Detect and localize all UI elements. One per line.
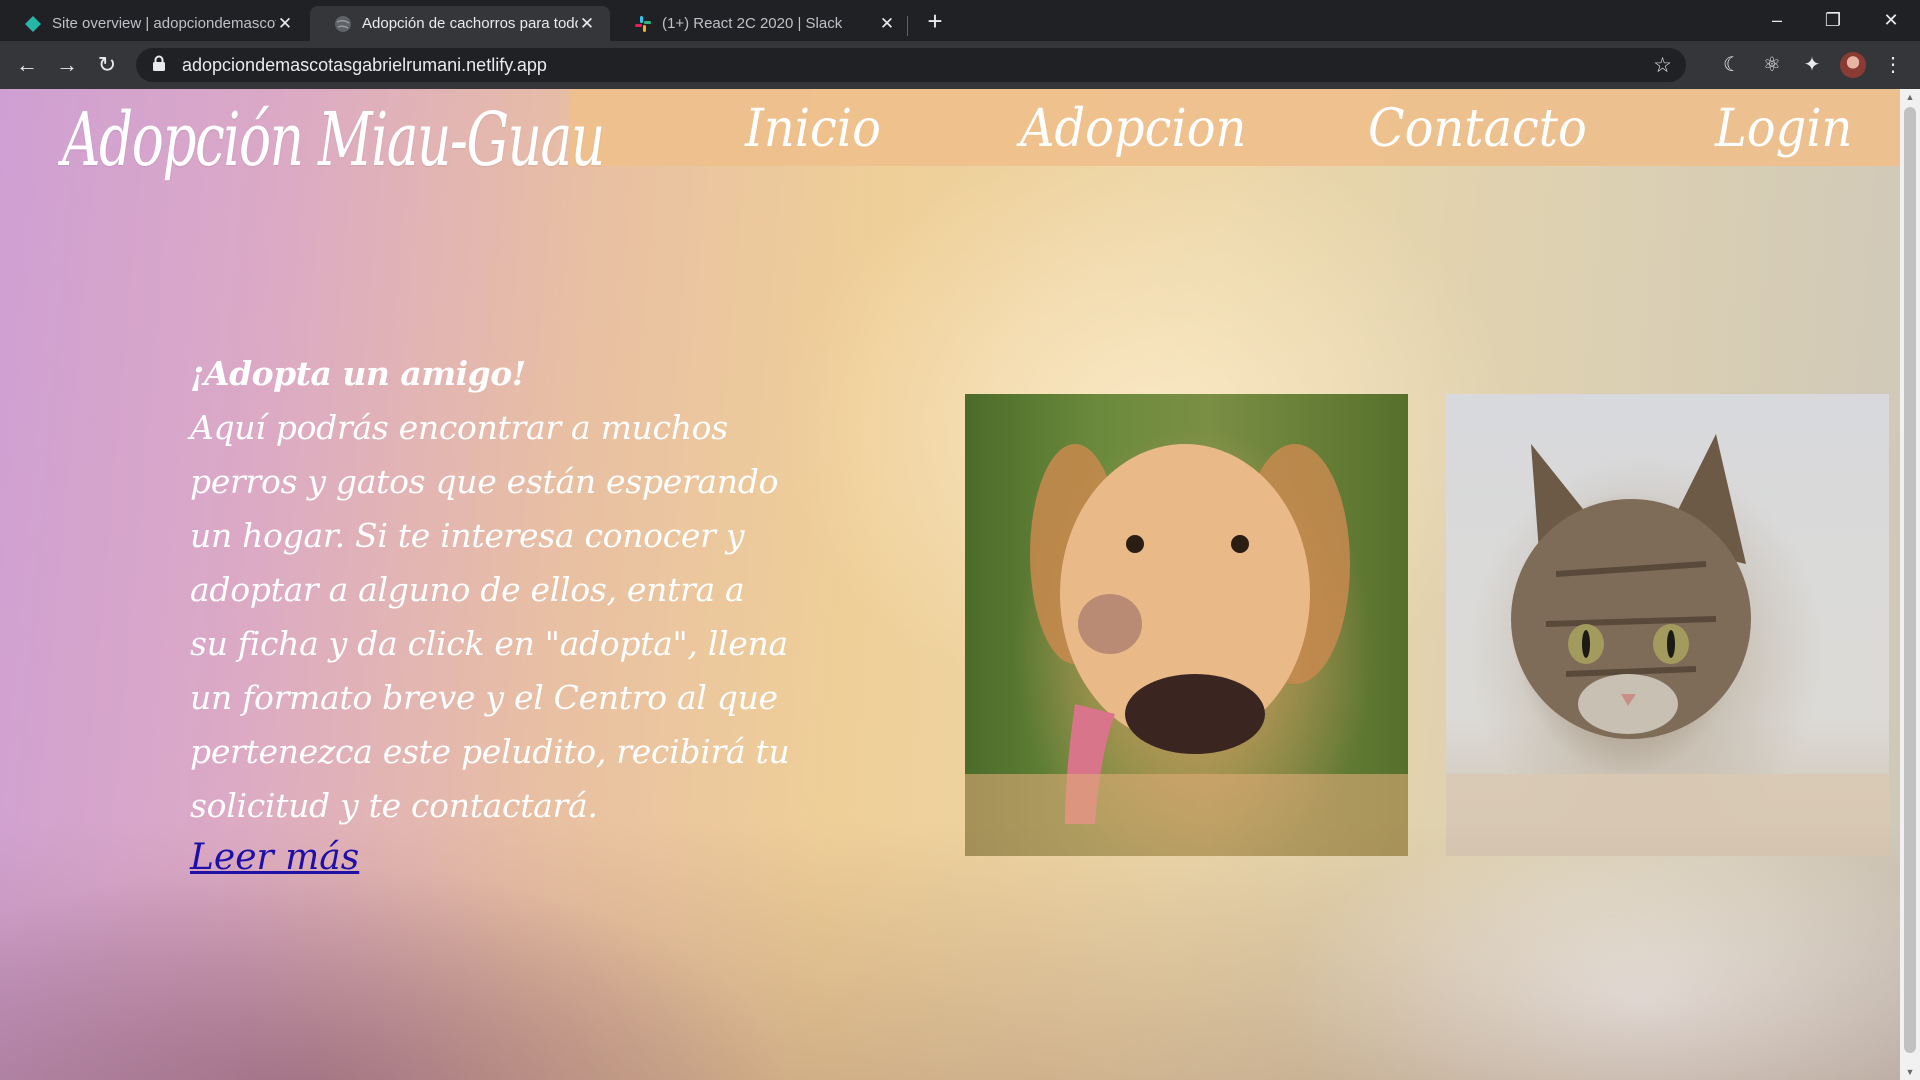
profile-avatar[interactable]	[1840, 52, 1866, 78]
page-scrollbar[interactable]: ▲ ▼	[1900, 89, 1920, 1080]
tab-site-overview[interactable]: Site overview | adopciondemascotasgabrie…	[0, 6, 308, 41]
cat-photo	[1446, 394, 1889, 856]
forward-arrow-icon[interactable]: →	[52, 51, 82, 79]
lock-icon	[152, 55, 170, 76]
globe-icon	[334, 15, 352, 33]
read-more-link[interactable]: Leer más	[190, 831, 359, 885]
close-icon[interactable]: ✕	[578, 14, 596, 34]
site-logo[interactable]: Adopción Miau-Guau	[62, 97, 605, 183]
close-icon[interactable]: ✕	[878, 14, 896, 34]
restore-button[interactable]: ❐	[1813, 6, 1853, 34]
nav-contacto[interactable]: Contacto	[1368, 99, 1587, 159]
minimize-button[interactable]: –	[1757, 6, 1797, 34]
browser-tabstrip: Site overview | adopciondemascotasgabrie…	[0, 0, 1920, 41]
dog-photo	[965, 394, 1408, 856]
address-bar[interactable]: adopciondemascotasgabrielrumani.netlify.…	[136, 48, 1686, 82]
scroll-up-arrow-icon[interactable]: ▲	[1900, 92, 1920, 102]
reload-icon[interactable]: ↻	[92, 51, 122, 79]
extension-moon-icon[interactable]: ☾	[1719, 52, 1745, 78]
browser-toolbar: ← → ↻ adopciondemascotasgabrielrumani.ne…	[0, 41, 1920, 89]
menu-kebab-icon[interactable]: ⋮	[1880, 52, 1906, 78]
scroll-down-arrow-icon[interactable]: ▼	[1900, 1067, 1920, 1077]
tab-title: (1+) React 2C 2020 | Slack	[662, 15, 843, 32]
close-icon[interactable]: ✕	[276, 14, 294, 34]
intro-section: ¡Adopta un amigo! Aquí podrás encontrar …	[190, 347, 790, 885]
tab-adopcion[interactable]: Adopción de cachorros para todos ✕	[310, 6, 610, 41]
url-text: adopciondemascotasgabrielrumani.netlify.…	[182, 54, 547, 75]
back-arrow-icon[interactable]: ←	[12, 51, 42, 79]
tab-slack[interactable]: (1+) React 2C 2020 | Slack ✕	[610, 6, 910, 41]
netlify-icon	[24, 15, 42, 33]
intro-title: ¡Adopta un amigo!	[190, 354, 526, 393]
site-navbar: Inicio Adopcion Contacto Login	[570, 89, 1900, 166]
tab-title: Adopción de cachorros para todos	[362, 15, 578, 32]
scrollbar-thumb[interactable]	[1904, 107, 1916, 1053]
nav-adopcion[interactable]: Adopcion	[1020, 99, 1246, 159]
extensions-puzzle-icon[interactable]: ✦	[1799, 52, 1825, 78]
react-devtools-icon[interactable]: ⚛	[1759, 52, 1785, 78]
nav-inicio[interactable]: Inicio	[745, 99, 881, 159]
bookmark-star-icon[interactable]: ☆	[1653, 53, 1672, 78]
new-tab-button[interactable]: +	[922, 8, 948, 34]
close-window-button[interactable]: ✕	[1871, 6, 1911, 34]
intro-text: Aquí podrás encontrar a muchos perros y …	[190, 408, 790, 825]
slack-icon	[634, 15, 652, 33]
page-viewport: Inicio Adopcion Contacto Login Adopción …	[0, 89, 1900, 1080]
tab-title: Site overview | adopciondemascotasgabrie…	[52, 15, 276, 32]
tab-separator	[907, 16, 908, 36]
nav-login[interactable]: Login	[1715, 99, 1852, 159]
